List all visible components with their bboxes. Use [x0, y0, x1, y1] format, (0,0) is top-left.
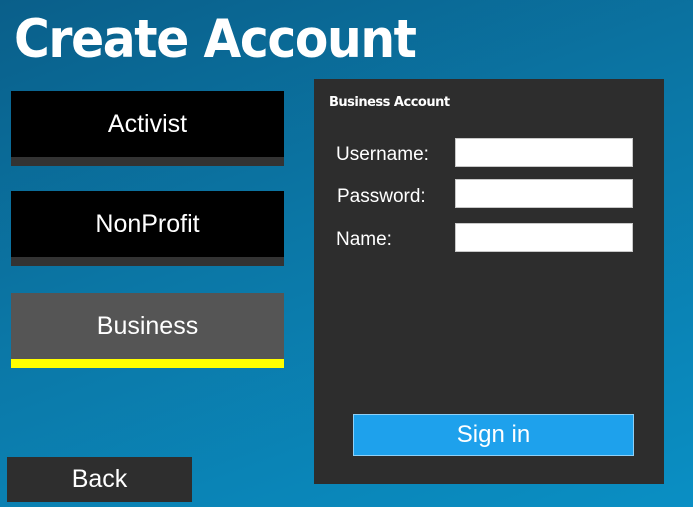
activist-button[interactable]: Activist [11, 91, 284, 166]
back-button-label: Back [71, 465, 128, 493]
sign-in-button-label: Sign in [456, 421, 531, 448]
nonprofit-button-label: NonProfit [95, 209, 200, 238]
account-form-panel: Business Account Username: Password: Nam… [314, 79, 664, 484]
username-label: Username: [336, 144, 429, 165]
sign-in-button[interactable]: Sign in [353, 414, 634, 456]
business-button[interactable]: Business [11, 293, 284, 368]
page-title: Create Account [14, 9, 417, 70]
name-input[interactable] [455, 223, 633, 252]
nonprofit-button[interactable]: NonProfit [11, 191, 284, 266]
password-input[interactable] [455, 179, 633, 208]
password-label: Password: [337, 186, 426, 207]
back-button[interactable]: Back [7, 457, 192, 502]
activist-button-label: Activist [107, 109, 188, 138]
username-input[interactable] [455, 138, 633, 167]
name-label: Name: [336, 229, 392, 250]
business-button-label: Business [96, 311, 199, 340]
form-title: Business Account [329, 95, 450, 110]
